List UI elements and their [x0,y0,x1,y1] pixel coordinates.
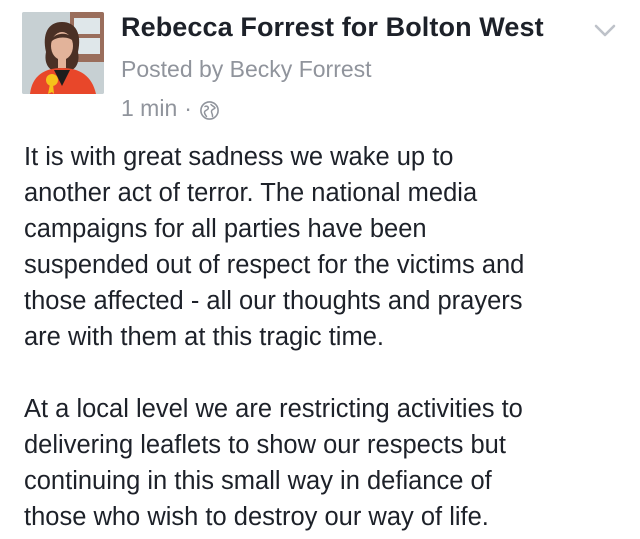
post-header: Rebecca Forrest for Bolton West Posted b… [0,0,640,130]
chevron-down-icon[interactable] [588,20,622,42]
post-text-line: suspended out of respect for the victims… [24,251,525,279]
post-text-line: those who wish to destroy our way of lif… [24,503,489,531]
post-text-line: delivering leaflets to show our respects… [24,431,506,459]
avatar[interactable] [22,12,104,94]
post-text-line: At a local level we are restricting acti… [24,395,523,423]
page-name[interactable]: Rebecca Forrest for Bolton West [121,12,544,43]
post-text-line: are with them at this tragic time. [24,323,384,351]
profile-photo [22,12,104,94]
posted-by-label: Posted by Becky Forrest [121,56,372,82]
globe-icon[interactable] [200,99,219,120]
post-text-line: campaigns for all parties have been [24,215,427,243]
post-timestamp[interactable]: 1 min [121,95,177,122]
post-text-line: continuing in this small way in defiance… [24,467,492,495]
post-text-line: It is with great sadness we wake up to [24,143,454,171]
post-body: It is with great sadness we wake up to a… [24,139,624,535]
post-text-line: another act of terror. The national medi… [24,179,478,207]
meta-separator: · [184,94,192,121]
post-meta: 1 min · [121,94,219,122]
post-text-line: those affected - all our thoughts and pr… [24,287,523,315]
